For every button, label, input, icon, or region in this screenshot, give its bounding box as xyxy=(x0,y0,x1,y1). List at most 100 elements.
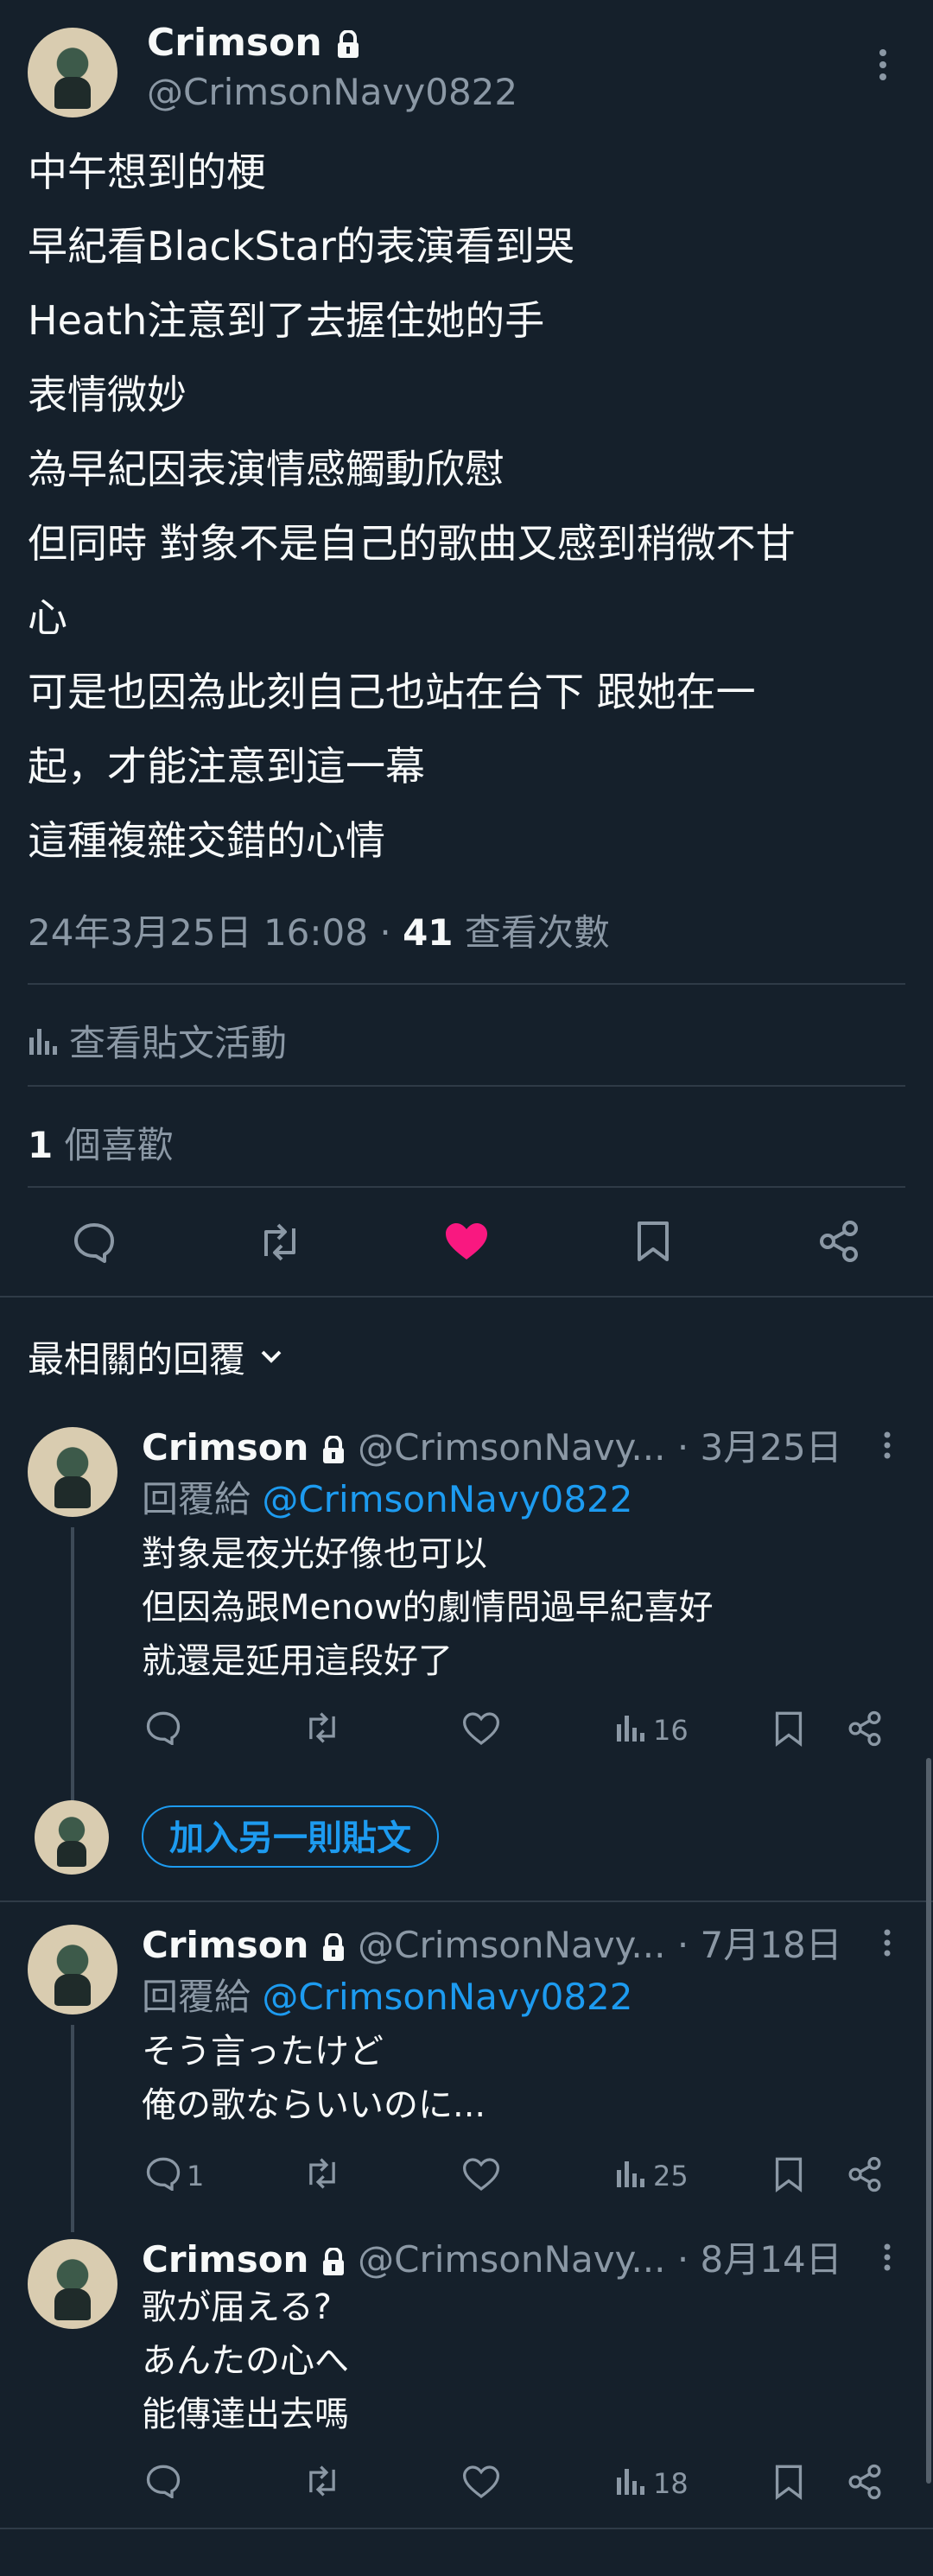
post-line: 中午想到的梗 xyxy=(28,149,266,195)
replies-sort-label: 最相關的回覆 xyxy=(28,1338,246,1380)
reply-views-icon[interactable] xyxy=(615,2465,644,2497)
reply-line: 就還是延用這段好了 xyxy=(142,1641,453,1681)
post-body: 中午想到的梗 早紀看BlackStar的表演看到哭 Heath注意到了去握住她的… xyxy=(28,135,909,878)
reply-to-handle[interactable]: @CrimsonNavy0822 xyxy=(262,1976,632,2018)
reply-author-name[interactable]: Crimson xyxy=(142,1924,308,1966)
reply-bookmark-icon[interactable] xyxy=(774,2464,803,2500)
reply-to-handle[interactable]: @CrimsonNavy0822 xyxy=(262,1478,632,1520)
post-line: 可是也因為此刻自己也站在台下 跟她在一 xyxy=(28,669,756,715)
divider xyxy=(28,1186,905,1188)
post-line: Heath注意到了去握住她的手 xyxy=(28,297,545,344)
reply-share-icon[interactable] xyxy=(847,2464,883,2500)
lock-icon xyxy=(321,2247,346,2277)
post-line: 早紀看BlackStar的表演看到哭 xyxy=(28,223,574,270)
repost-icon[interactable] xyxy=(256,1221,304,1263)
reply-avatar[interactable] xyxy=(28,1427,117,1517)
post-line: 起，才能注意到這一幕 xyxy=(28,743,425,790)
reply-line: 俺の歌ならいいのに... xyxy=(142,2085,486,2125)
reply-header: Crimson @CrimsonNavy... · 7月18日 xyxy=(142,1916,842,1969)
divider xyxy=(28,1085,905,1087)
reply-date[interactable]: · 3月25日 xyxy=(677,1426,842,1469)
reply-line: 但因為跟Menow的劇情問過早紀喜好 xyxy=(142,1588,714,1627)
reply-like-icon[interactable] xyxy=(463,2158,499,2191)
views-label: 查看次數 xyxy=(453,911,610,954)
reply-comment-icon[interactable] xyxy=(145,1710,181,1745)
views-count: 41 xyxy=(403,911,454,954)
post-line: 這種複雜交錯的心情 xyxy=(28,817,385,864)
reply-to: 回覆給 @CrimsonNavy0822 xyxy=(142,1470,633,1523)
likes-label: 個喜歡 xyxy=(53,1124,174,1166)
reply-date[interactable]: · 8月14日 xyxy=(677,2238,842,2281)
likes-summary[interactable]: 1 個喜歡 xyxy=(28,1116,174,1169)
reply-bookmark-icon[interactable] xyxy=(774,2156,803,2192)
like-icon[interactable] xyxy=(444,1221,489,1261)
reply-avatar[interactable] xyxy=(28,2239,117,2329)
post-timestamp: 24年3月25日 16:08 · xyxy=(28,911,403,954)
bookmark-icon[interactable] xyxy=(636,1220,670,1263)
thread-line xyxy=(71,2025,74,2232)
reply-bookmark-icon[interactable] xyxy=(774,1710,803,1747)
reply-to-label: 回覆給 xyxy=(142,1976,263,2018)
reply-like-icon[interactable] xyxy=(463,2465,499,2498)
analytics-icon xyxy=(28,1025,57,1056)
post-line: 為早紀因表演情感觸動欣慰 xyxy=(28,446,505,492)
post-line: 心 xyxy=(28,594,67,641)
reply-views-icon[interactable] xyxy=(615,1712,644,1743)
reply-share-icon[interactable] xyxy=(847,1710,883,1747)
reply-like-icon[interactable] xyxy=(463,1712,499,1745)
reply-body: 歌が届える? あんたの心へ 能傳達出去嗎 xyxy=(142,2281,349,2441)
replies-sort-dropdown[interactable]: 最相關的回覆 xyxy=(28,1330,283,1383)
post-activity-link[interactable]: 查看貼文活動 xyxy=(28,1014,287,1067)
composer-avatar xyxy=(35,1800,109,1875)
reply-views-count: 25 xyxy=(653,2160,689,2192)
post-meta: 24年3月25日 16:08 · 41 查看次數 xyxy=(28,904,610,956)
add-post-button[interactable]: 加入另一則貼文 xyxy=(142,1805,439,1868)
reply-views-icon[interactable] xyxy=(615,2158,644,2189)
author-name-row[interactable]: Crimson xyxy=(147,21,361,65)
reply-to-label: 回覆給 xyxy=(142,1478,263,1520)
chevron-down-icon xyxy=(259,1348,283,1366)
reply-line: あんたの心へ xyxy=(142,2341,349,2381)
reply-date[interactable]: · 7月18日 xyxy=(677,1924,842,1966)
share-icon[interactable] xyxy=(817,1220,860,1263)
reply-views-count: 16 xyxy=(653,1714,689,1747)
reply-author-name[interactable]: Crimson xyxy=(142,1426,308,1469)
reply-author-name[interactable]: Crimson xyxy=(142,2238,308,2281)
reply-body: 對象是夜光好像也可以 但因為跟Menow的劇情問過早紀喜好 就還是延用這段好了 xyxy=(142,1527,714,1688)
divider xyxy=(28,983,905,985)
reply-views-count: 18 xyxy=(653,2467,689,2500)
lock-icon xyxy=(335,30,361,60)
scrollbar[interactable] xyxy=(926,1758,931,2484)
thread-line xyxy=(71,1527,74,1804)
reply-repost-icon[interactable] xyxy=(302,1710,342,1745)
author-avatar[interactable] xyxy=(28,28,117,117)
divider xyxy=(0,1900,933,1902)
post-line: 表情微妙 xyxy=(28,371,187,418)
reply-line: 對象是夜光好像也可以 xyxy=(142,1534,487,1574)
post-line: 但同時 對象不是自己的歌曲又感到稍微不甘 xyxy=(28,520,796,567)
reply-share-icon[interactable] xyxy=(847,2156,883,2192)
reply-author-handle[interactable]: @CrimsonNavy... xyxy=(358,1426,665,1469)
more-options-icon[interactable] xyxy=(883,2243,892,2272)
more-options-icon[interactable] xyxy=(878,48,888,82)
divider xyxy=(0,1296,933,1298)
more-options-icon[interactable] xyxy=(883,1431,892,1460)
reply-repost-icon[interactable] xyxy=(302,2464,342,2498)
lock-icon xyxy=(321,1435,346,1465)
likes-count: 1 xyxy=(28,1124,54,1166)
reply-header: Crimson @CrimsonNavy... · 3月25日 xyxy=(142,1418,842,1471)
author-name[interactable]: Crimson xyxy=(147,21,322,65)
author-handle[interactable]: @CrimsonNavy0822 xyxy=(147,71,517,113)
reply-author-handle[interactable]: @CrimsonNavy... xyxy=(358,1924,665,1966)
reply-repost-icon[interactable] xyxy=(302,2156,342,2191)
reply-to: 回覆給 @CrimsonNavy0822 xyxy=(142,1968,633,2021)
reply-icon[interactable] xyxy=(73,1221,116,1263)
more-options-icon[interactable] xyxy=(883,1928,892,1957)
reply-comment-icon[interactable] xyxy=(145,2464,181,2498)
reply-author-handle[interactable]: @CrimsonNavy... xyxy=(358,2238,665,2281)
post-activity-label: 查看貼文活動 xyxy=(69,1022,288,1064)
reply-body: そう言ったけど 俺の歌ならいいのに... xyxy=(142,2025,486,2132)
reply-line: そう言ったけど xyxy=(142,2032,384,2072)
reply-avatar[interactable] xyxy=(28,1925,117,2014)
reply-comment-icon[interactable] xyxy=(145,2156,181,2191)
